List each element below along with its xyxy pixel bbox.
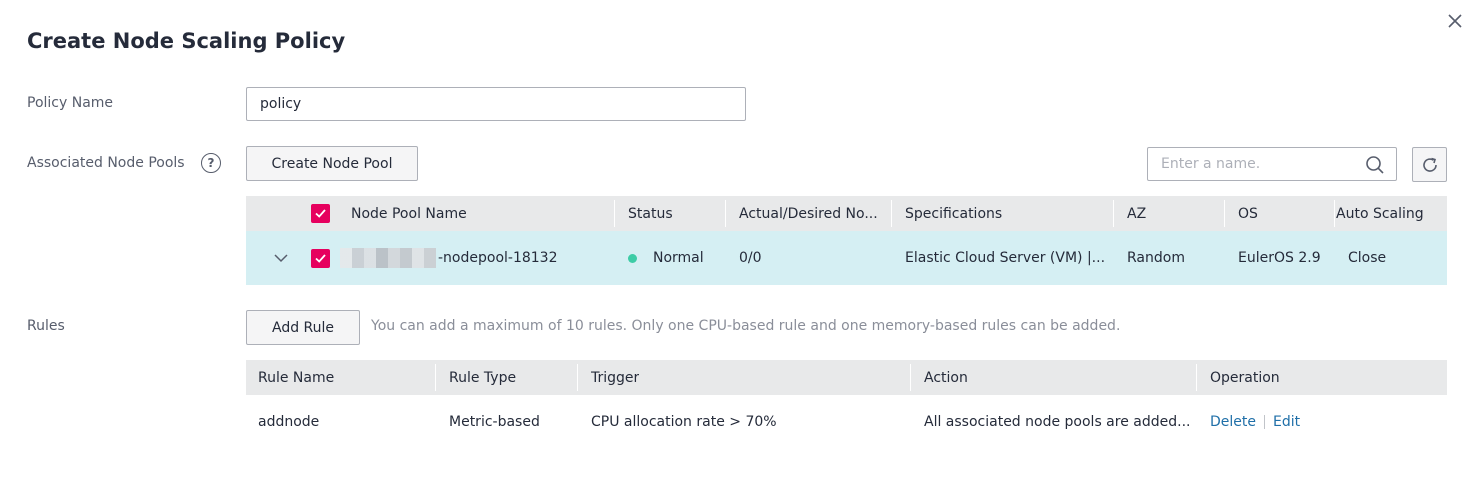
dialog-title: Create Node Scaling Policy (27, 29, 346, 53)
col-os: OS (1238, 205, 1258, 222)
search-icon[interactable] (1364, 154, 1386, 176)
actual-desired-nodes: 0/0 (739, 250, 762, 266)
rule-name: addnode (258, 414, 320, 430)
rules-hint: You can add a maximum of 10 rules. Only … (371, 318, 1121, 334)
status-text: Normal (653, 250, 704, 266)
operation-divider (1264, 415, 1265, 429)
node-pool-table-header: Node Pool Name Status Actual/Desired No.… (246, 196, 1447, 231)
node-pool-row[interactable]: -nodepool-18132 Normal 0/0 Elastic Cloud… (246, 231, 1447, 285)
node-pool-status: Normal (628, 231, 704, 285)
create-node-pool-button[interactable]: Create Node Pool (246, 146, 418, 181)
rules-table: Rule Name Rule Type Trigger Action Opera… (246, 360, 1447, 449)
col-node-pool-name: Node Pool Name (351, 205, 467, 222)
col-action: Action (924, 369, 968, 386)
refresh-icon (1422, 157, 1437, 172)
policy-name-input[interactable]: policy (246, 87, 746, 121)
expand-chevron-icon[interactable] (273, 231, 289, 285)
select-all-checkbox[interactable] (311, 196, 330, 231)
col-az: AZ (1127, 205, 1147, 222)
rule-trigger: CPU allocation rate > 70% (591, 414, 777, 430)
help-icon[interactable]: ? (201, 153, 221, 173)
close-icon[interactable] (1444, 10, 1466, 32)
node-pool-search-input[interactable] (1148, 148, 1348, 180)
row-checkbox[interactable] (311, 231, 330, 285)
col-rule-type: Rule Type (449, 369, 517, 386)
col-operation: Operation (1210, 369, 1280, 386)
edit-rule-link[interactable]: Edit (1273, 414, 1300, 430)
col-actual-desired: Actual/Desired No... (739, 205, 878, 222)
auto-scaling: Close (1348, 250, 1387, 266)
col-auto-scaling: Auto Scaling (1336, 205, 1424, 222)
os: EulerOS 2.9 (1238, 250, 1321, 266)
col-specifications: Specifications (905, 205, 1003, 222)
rule-type: Metric-based (449, 414, 540, 430)
rule-action: All associated node pools are added... (924, 414, 1191, 430)
node-pool-table: Node Pool Name Status Actual/Desired No.… (246, 196, 1447, 285)
rule-row: addnode Metric-based CPU allocation rate… (246, 395, 1447, 449)
node-pool-name: -nodepool-18132 (438, 250, 558, 266)
add-rule-button[interactable]: Add Rule (246, 310, 360, 345)
node-pool-name-cell: -nodepool-18132 (340, 231, 558, 285)
col-status: Status (628, 205, 673, 222)
az: Random (1127, 250, 1185, 266)
rule-operations: Delete Edit (1210, 395, 1300, 449)
col-trigger: Trigger (591, 369, 640, 386)
col-rule-name: Rule Name (258, 369, 335, 386)
refresh-button[interactable] (1412, 147, 1447, 182)
delete-rule-link[interactable]: Delete (1210, 414, 1256, 430)
redacted-name-image (340, 248, 436, 268)
rules-table-header: Rule Name Rule Type Trigger Action Opera… (246, 360, 1447, 395)
policy-name-label: Policy Name (27, 95, 114, 111)
associated-node-pools-label: Associated Node Pools (27, 155, 185, 171)
specifications: Elastic Cloud Server (VM) |... (905, 250, 1106, 266)
rules-label: Rules (27, 318, 65, 334)
node-pool-search (1147, 147, 1397, 181)
status-dot-icon (628, 253, 637, 263)
